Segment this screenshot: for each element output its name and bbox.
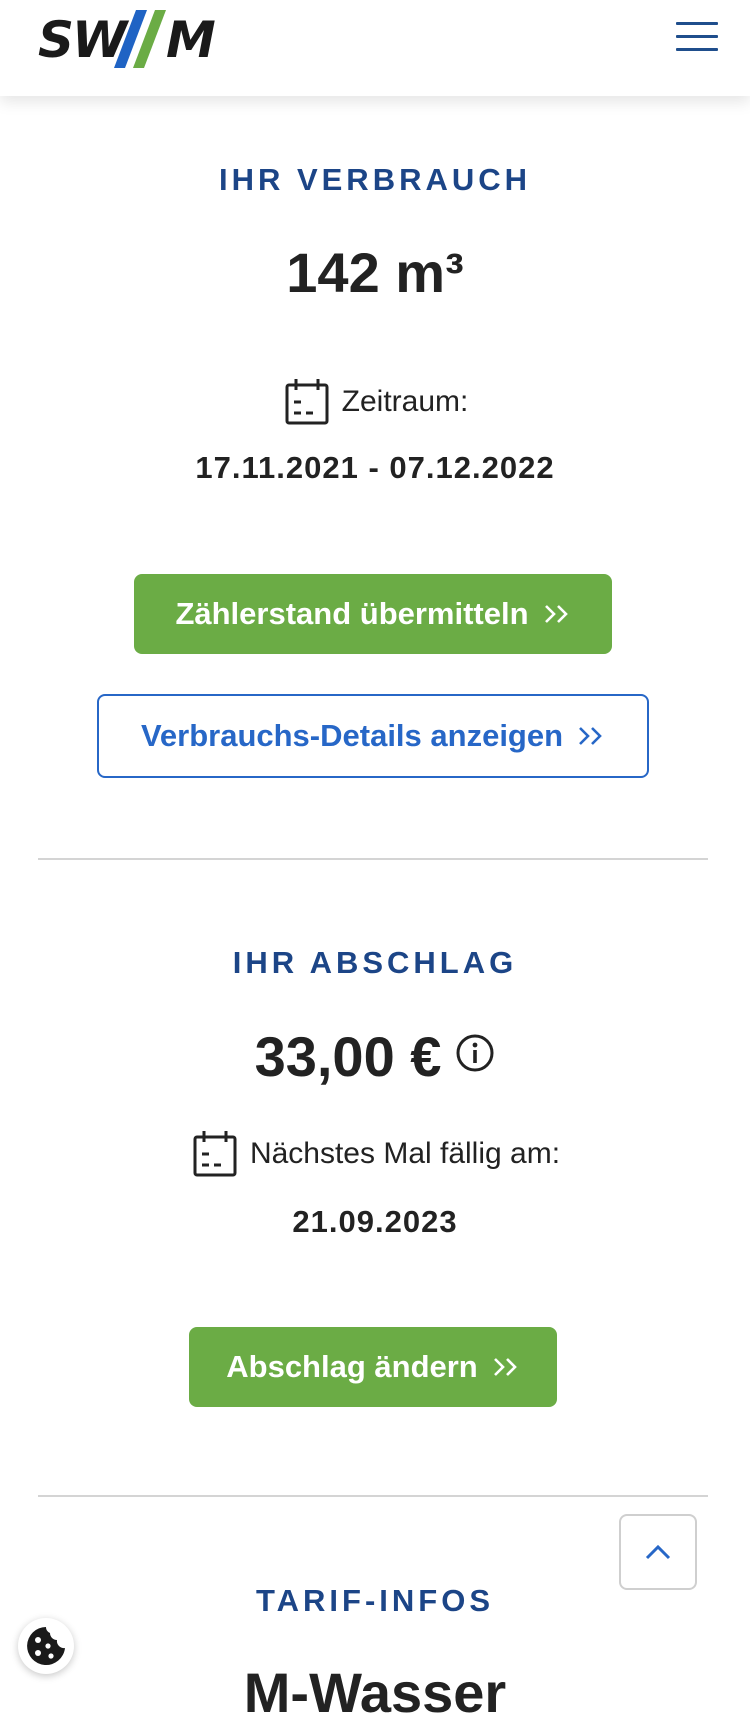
- section-divider: [38, 1495, 708, 1497]
- due-value: 21.09.2023: [292, 1204, 458, 1239]
- installment-title: IHR ABSCHLAG: [232, 945, 518, 980]
- info-icon[interactable]: [455, 1033, 495, 1073]
- period-label: Zeitraum:: [341, 385, 469, 418]
- double-chevron-right-icon: [579, 727, 602, 745]
- logo-text-left: SW: [38, 11, 127, 69]
- change-installment-button[interactable]: Abschlag ändern: [189, 1327, 557, 1407]
- due-label: Nächstes Mal fällig am:: [249, 1137, 561, 1170]
- hamburger-menu-icon[interactable]: [676, 22, 718, 54]
- swm-logo[interactable]: SW M: [38, 10, 216, 70]
- consumption-details-button[interactable]: Verbrauchs-Details anzeigen: [97, 694, 649, 778]
- double-chevron-right-icon: [493, 1358, 517, 1376]
- section-divider: [38, 858, 708, 860]
- double-chevron-right-icon: [544, 605, 568, 623]
- consumption-title: IHR VERBRAUCH: [218, 162, 532, 197]
- period-row: Zeitraum:: [0, 372, 750, 432]
- site-header: SW M: [0, 0, 750, 96]
- change-installment-label: Abschlag ändern: [226, 1349, 478, 1384]
- tariff-name: M-Wasser: [243, 1661, 507, 1724]
- consumption-value: 142 m³: [286, 241, 464, 304]
- logo-slashes-icon: [114, 10, 166, 68]
- logo-text-right: M: [166, 11, 216, 69]
- installment-value-row: 33,00 €: [0, 1024, 750, 1089]
- consumption-details-label: Verbrauchs-Details anzeigen: [140, 718, 564, 753]
- calendar-icon: [285, 379, 329, 425]
- cookie-icon: [27, 1627, 65, 1665]
- due-row: Nächstes Mal fällig am:: [0, 1124, 750, 1184]
- scroll-to-top-button[interactable]: [619, 1514, 697, 1590]
- chevron-up-icon: [645, 1544, 671, 1560]
- calendar-icon: [193, 1131, 237, 1177]
- submit-meter-reading-label: Zählerstand übermitteln: [175, 596, 529, 631]
- period-value: 17.11.2021 - 07.12.2022: [195, 450, 555, 485]
- submit-meter-reading-button[interactable]: Zählerstand übermitteln: [134, 574, 612, 654]
- installment-value: 33,00 €: [254, 1025, 442, 1088]
- cookie-settings-button[interactable]: [18, 1618, 74, 1674]
